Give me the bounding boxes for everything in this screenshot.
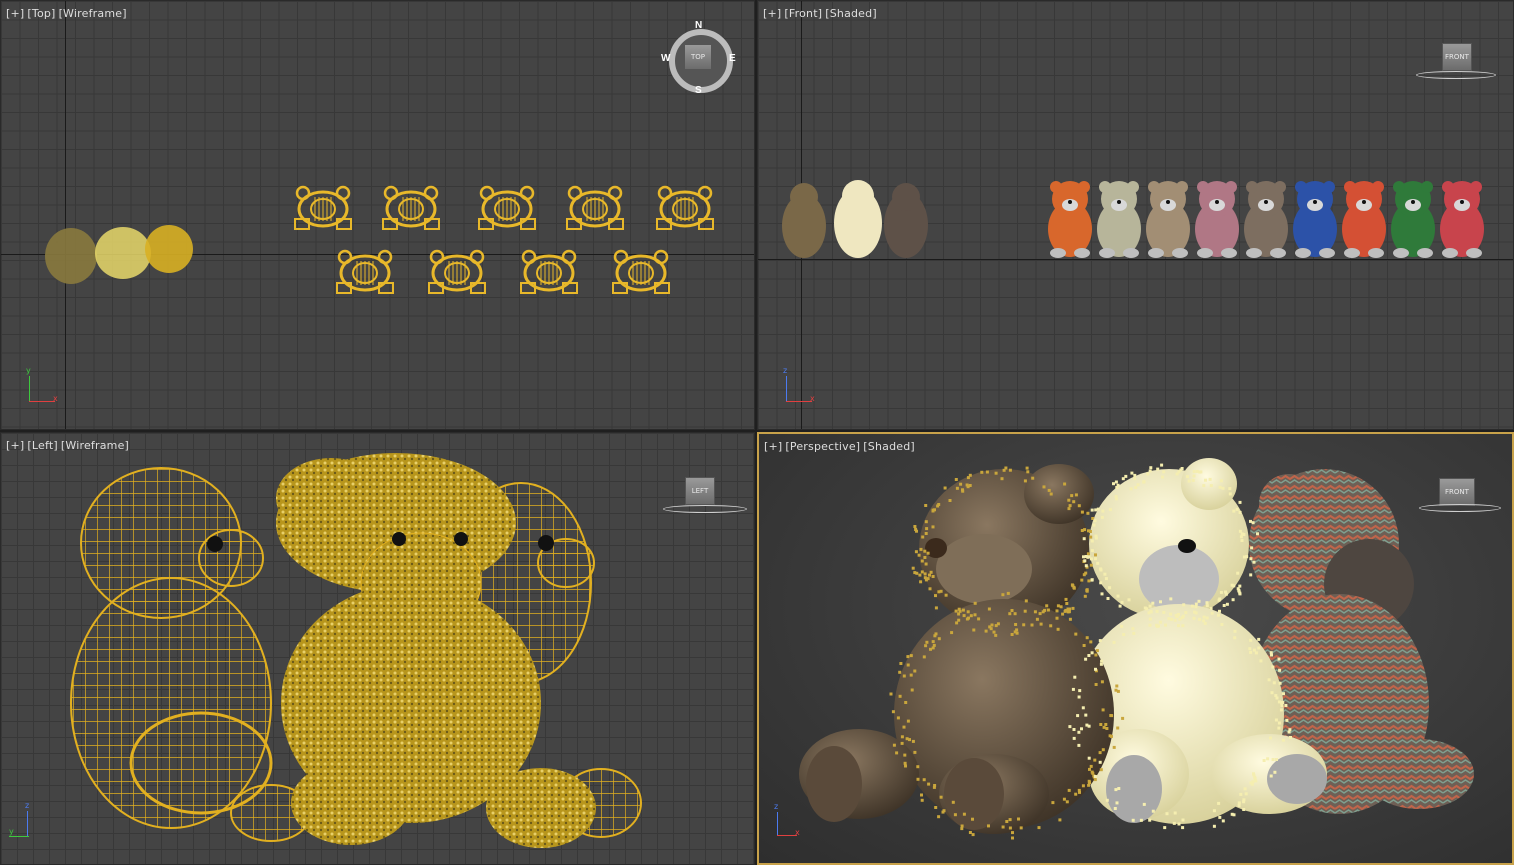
front-bear-6[interactable] (1293, 181, 1337, 258)
axis-triad: z x (783, 366, 815, 403)
wire-bear-top-5[interactable] (656, 185, 714, 230)
viewport-top[interactable]: [+] [Top] [Wireframe] TOP N S E W y x (0, 0, 755, 430)
wire-bear-left[interactable] (70, 467, 312, 842)
viewport-perspective[interactable]: [+] [Perspective] [Shaded] FRONT z x (757, 432, 1514, 865)
viewport-left[interactable]: [+] [Left] [Wireframe] LEFT z y (0, 432, 755, 865)
textured-bears-front[interactable] (1048, 181, 1484, 258)
wire-bear-top-7[interactable] (428, 249, 486, 294)
perspective-scene (799, 458, 1474, 840)
axis-triad: z y (9, 801, 30, 837)
front-bear-2[interactable] (1097, 181, 1141, 258)
front-bear-4[interactable] (1195, 181, 1239, 258)
wire-bear-top-8[interactable] (520, 249, 578, 294)
front-scene (782, 180, 1484, 258)
axis-triad: y x (26, 366, 58, 403)
front-bear-7[interactable] (1342, 181, 1386, 258)
front-bear-5[interactable] (1244, 181, 1288, 258)
fur-bear-group[interactable] (782, 180, 928, 258)
front-bear-9[interactable] (1440, 181, 1484, 258)
wire-bear-top-2[interactable] (382, 185, 440, 230)
front-bear-1[interactable] (1048, 181, 1092, 258)
wire-bear-top-3[interactable] (478, 185, 536, 230)
viewport-front[interactable]: [+] [Front] [Shaded] FRONT z x (757, 0, 1514, 430)
wire-bears-top[interactable] (294, 185, 714, 294)
brown-fur-bear[interactable] (799, 464, 1114, 834)
front-bear-3[interactable] (1146, 181, 1190, 258)
top-scene (45, 185, 714, 294)
axis-triad: z x (774, 802, 800, 837)
front-bear-8[interactable] (1391, 181, 1435, 258)
wire-bear-top-4[interactable] (566, 185, 624, 230)
wire-bear-top-9[interactable] (612, 249, 670, 294)
wire-bear-top-6[interactable] (336, 249, 394, 294)
left-scene (70, 453, 642, 848)
fur-bear-group[interactable] (45, 225, 193, 284)
wire-bear-top-1[interactable] (294, 185, 352, 230)
